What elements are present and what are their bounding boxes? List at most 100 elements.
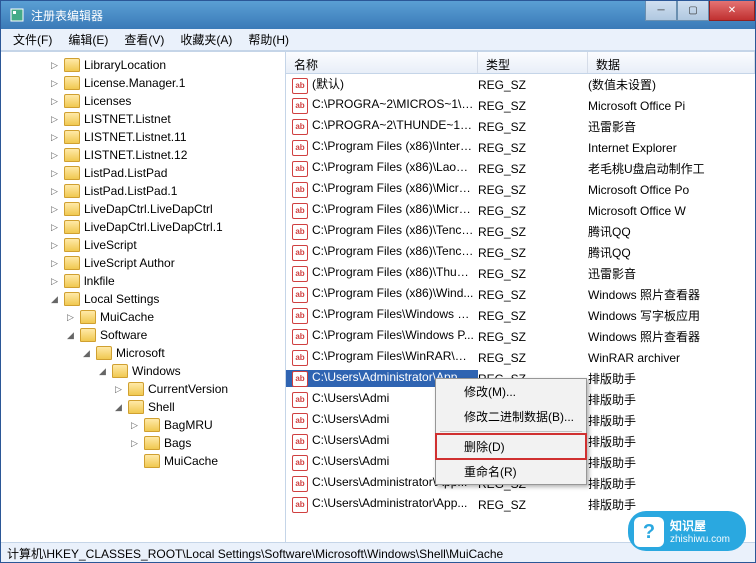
list-row[interactable]: abC:\PROGRA~2\MICROS~1\O...REG_SZMicroso… [286,95,755,116]
col-header-name[interactable]: 名称 [286,52,478,73]
list-row[interactable]: abC:\Program Files (x86)\LaoM...REG_SZ老毛… [286,158,755,179]
cell-name: abC:\Program Files (x86)\Tence... [286,244,478,261]
tree-label: LiveScript Author [84,256,175,270]
expander-icon[interactable]: ▷ [49,96,60,107]
menu-view[interactable]: 查看(V) [116,28,172,51]
list-row[interactable]: abC:\PROGRA~2\THUNDE~1\X...REG_SZ迅雷影音 [286,116,755,137]
list-row[interactable]: abC:\Program Files (x86)\Wind...REG_SZWi… [286,284,755,305]
list-row[interactable]: abC:\Program Files (x86)\Tence...REG_SZ腾… [286,221,755,242]
cell-data: 老毛桃U盘启动制作工 [588,160,755,177]
expander-icon[interactable]: ▷ [49,150,60,161]
folder-icon [64,238,80,252]
maximize-button[interactable]: ▢ [677,1,709,21]
menu-edit[interactable]: 编辑(E) [60,28,116,51]
expander-icon[interactable]: ▷ [49,258,60,269]
tree-label: Shell [148,400,175,414]
tree-label: LiveDapCtrl.LiveDapCtrl [84,202,213,216]
expander-icon[interactable]: ▷ [129,438,140,449]
tree-node[interactable]: ▷MuiCache [1,308,285,326]
titlebar[interactable]: 注册表编辑器 ─ ▢ ✕ [1,1,755,29]
list-row[interactable]: abC:\Program Files (x86)\Micro...REG_SZM… [286,179,755,200]
tree-node[interactable]: ▷LiveDapCtrl.LiveDapCtrl.1 [1,218,285,236]
tree-node[interactable]: ◢Windows [1,362,285,380]
folder-icon [96,346,112,360]
tree-node[interactable]: ▷BagMRU [1,416,285,434]
expander-icon[interactable]: ▷ [49,168,60,179]
list-row[interactable]: abC:\Program Files\WinRAR\Wi...REG_SZWin… [286,347,755,368]
list-row[interactable]: abC:\Program Files\Windows P...REG_SZWin… [286,326,755,347]
expander-icon[interactable]: ▷ [129,420,140,431]
cell-data: Microsoft Office Po [588,183,755,197]
tree-node[interactable]: MuiCache [1,452,285,470]
list-row[interactable]: abC:\Program Files (x86)\Micro...REG_SZM… [286,200,755,221]
cell-type: REG_SZ [478,288,588,302]
menu-item-modify-binary[interactable]: 修改二进制数据(B)... [436,404,586,429]
tree-node[interactable]: ▷ LiveDapCtrl.LiveDapCtrl [1,200,285,218]
expander-icon[interactable]: ◢ [49,294,60,305]
tree-node[interactable]: ▷LISTNET.Listnet.11 [1,128,285,146]
minimize-button[interactable]: ─ [645,1,677,21]
menu-favorites[interactable]: 收藏夹(A) [172,28,240,51]
registry-tree[interactable]: ▷LibraryLocation▷License.Manager.1▷Licen… [1,52,286,542]
menu-help[interactable]: 帮助(H) [240,28,297,51]
expander-icon[interactable]: ▷ [49,186,60,197]
menu-item-modify[interactable]: 修改(M)... [436,379,586,404]
tree-node[interactable]: ▷lnkfile [1,272,285,290]
tree-label: License.Manager.1 [84,76,185,90]
tree-node[interactable]: ▷CurrentVersion [1,380,285,398]
tree-node[interactable]: ▷ Bags [1,434,285,452]
expander-icon[interactable]: ◢ [65,330,76,341]
expander-icon[interactable]: ◢ [81,348,92,359]
string-value-icon: ab [292,308,308,324]
string-value-icon: ab [292,78,308,94]
expander-icon[interactable]: ▷ [49,132,60,143]
expander-icon[interactable]: ▷ [49,276,60,287]
expander-icon[interactable]: ▷ [49,114,60,125]
tree-label: LiveScript [84,238,137,252]
expander-icon[interactable]: ▷ [49,222,60,233]
cell-data: 排版助手 [588,391,755,408]
tree-node[interactable]: ▷ListPad.ListPad.1 [1,182,285,200]
tree-node[interactable]: ◢Microsoft [1,344,285,362]
tree-node[interactable]: ◢Local Settings [1,290,285,308]
tree-label: Bags [164,436,191,450]
expander-icon[interactable]: ▷ [49,204,60,215]
tree-node[interactable]: ▷ License.Manager.1 [1,74,285,92]
expander-icon[interactable] [129,456,140,467]
string-value-icon: ab [292,455,308,471]
string-value-icon: ab [292,203,308,219]
list-row[interactable]: abC:\Program Files (x86)\Intern...REG_SZ… [286,137,755,158]
tree-node[interactable]: ▷ LiveScript [1,236,285,254]
tree-node[interactable]: ▷Licenses [1,92,285,110]
col-header-type[interactable]: 类型 [478,52,588,73]
expander-icon[interactable]: ◢ [97,366,108,377]
list-row[interactable]: abC:\Program Files\Windows N...REG_SZWin… [286,305,755,326]
menu-item-rename[interactable]: 重命名(R) [436,459,586,484]
string-value-icon: ab [292,350,308,366]
tree-node[interactable]: ▷ LiveScript Author [1,254,285,272]
expander-icon[interactable]: ▷ [49,240,60,251]
menu-item-delete[interactable]: 删除(D) [436,434,586,459]
list-row[interactable]: abC:\Program Files (x86)\Thund...REG_SZ迅… [286,263,755,284]
string-value-icon: ab [292,371,308,387]
tree-node[interactable]: ◢Software [1,326,285,344]
expander-icon[interactable]: ▷ [49,78,60,89]
col-header-data[interactable]: 数据 [588,52,755,73]
cell-type: REG_SZ [478,309,588,323]
watermark-url: zhishiwu.com [670,534,730,545]
tree-node[interactable]: ▷LISTNET.Listnet.12 [1,146,285,164]
tree-node[interactable]: ▷LibraryLocation [1,56,285,74]
menu-file[interactable]: 文件(F) [5,28,60,51]
tree-node[interactable]: ▷ListPad.ListPad [1,164,285,182]
expander-icon[interactable]: ◢ [113,402,124,413]
folder-icon [64,166,80,180]
folder-icon [128,382,144,396]
list-row[interactable]: ab(默认)REG_SZ(数值未设置) [286,74,755,95]
expander-icon[interactable]: ▷ [49,60,60,71]
close-button[interactable]: ✕ [709,1,755,21]
expander-icon[interactable]: ▷ [113,384,124,395]
tree-node[interactable]: ◢ Shell [1,398,285,416]
list-row[interactable]: abC:\Program Files (x86)\Tence...REG_SZ腾… [286,242,755,263]
expander-icon[interactable]: ▷ [65,312,76,323]
tree-node[interactable]: ▷LISTNET.Listnet [1,110,285,128]
